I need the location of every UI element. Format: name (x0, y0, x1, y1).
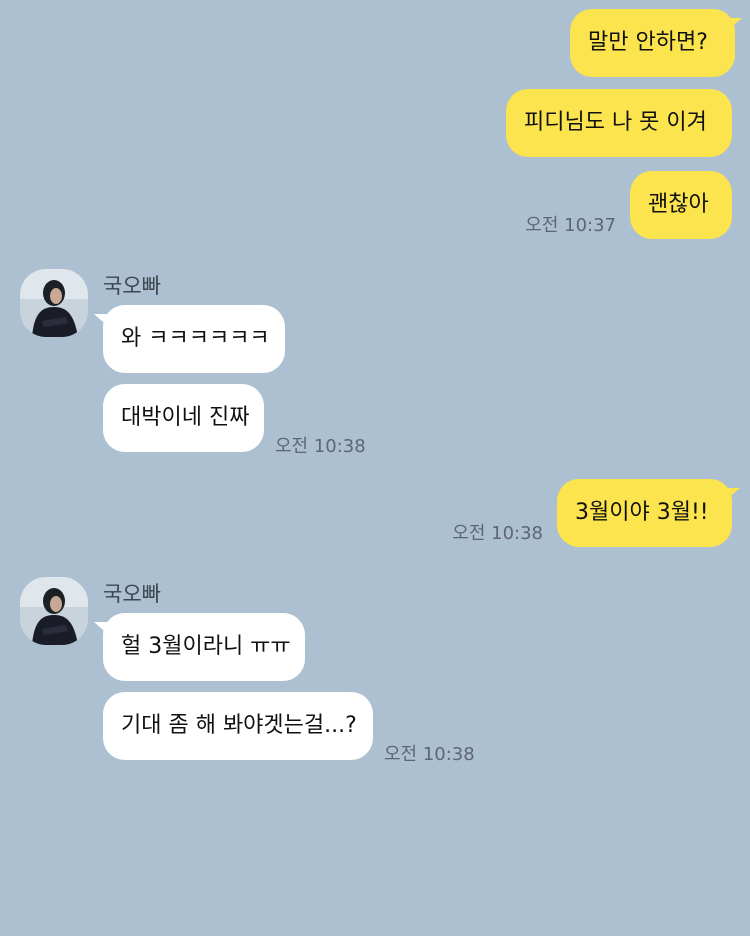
bubble-tail (94, 314, 110, 328)
timestamp: 오전 10:37 (525, 215, 616, 236)
sent-message-bubble[interactable]: 피디님도 나 못 이겨 (506, 89, 732, 157)
message-text: 말만 안하면? (588, 30, 708, 55)
received-message-bubble[interactable]: 와 ㅋㅋㅋㅋㅋㅋ (103, 305, 285, 373)
timestamp: 오전 10:38 (452, 523, 543, 544)
contact-name: 국오빠 (103, 582, 161, 606)
bubble-tail (724, 488, 740, 502)
sent-message-bubble[interactable]: 3월이야 3월!! (557, 479, 732, 547)
message-text: 헐 3월이라니 ㅠㅠ (121, 634, 291, 659)
message-text: 괜찮아 (648, 192, 709, 217)
message-text: 피디님도 나 못 이겨 (524, 110, 707, 135)
contact-name: 국오빠 (103, 274, 161, 298)
message-text: 기대 좀 해 봐야겟는걸...? (121, 713, 357, 738)
received-message-bubble[interactable]: 헐 3월이라니 ㅠㅠ (103, 613, 305, 681)
contact-avatar[interactable] (20, 269, 88, 337)
message-text: 대박이네 진짜 (121, 405, 250, 430)
message-text: 와 ㅋㅋㅋㅋㅋㅋ (121, 326, 270, 351)
message-text: 3월이야 3월!! (575, 500, 709, 525)
avatar-photo-icon (20, 577, 88, 645)
timestamp: 오전 10:38 (275, 436, 366, 457)
avatar-photo-icon (20, 269, 88, 337)
bubble-tail (726, 18, 742, 32)
sent-message-bubble[interactable]: 괜찮아 (630, 171, 732, 239)
sent-message-bubble[interactable]: 말만 안하면? (570, 9, 735, 77)
bubble-tail (94, 622, 110, 636)
timestamp: 오전 10:38 (384, 744, 475, 765)
contact-avatar[interactable] (20, 577, 88, 645)
received-message-bubble[interactable]: 기대 좀 해 봐야겟는걸...? (103, 692, 373, 760)
received-message-bubble[interactable]: 대박이네 진짜 (103, 384, 264, 452)
